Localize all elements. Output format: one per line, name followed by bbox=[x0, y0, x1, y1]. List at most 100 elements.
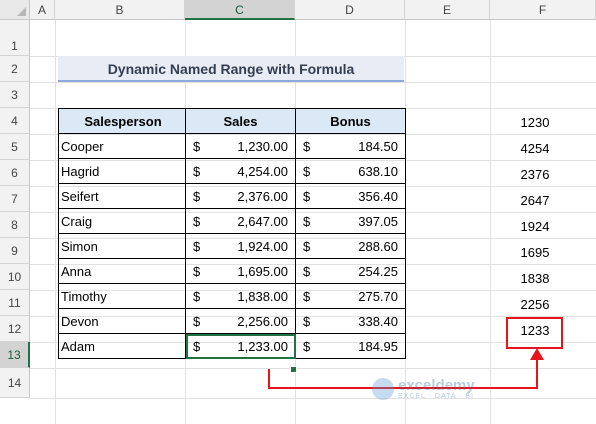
column-header-d[interactable]: D bbox=[295, 0, 405, 20]
cell-salesperson[interactable]: Seifert bbox=[58, 183, 186, 209]
cell-f5[interactable]: 4254 bbox=[490, 141, 580, 156]
cell-sales[interactable]: $2,647.00 bbox=[185, 208, 296, 234]
cell-salesperson[interactable]: Anna bbox=[58, 258, 186, 284]
currency-symbol: $ bbox=[193, 289, 201, 304]
highlight-box bbox=[506, 317, 563, 349]
table-row: Adam $1,233.00 $184.95 bbox=[58, 333, 406, 359]
column-header-b[interactable]: B bbox=[55, 0, 185, 20]
cell-f10[interactable]: 1838 bbox=[490, 271, 580, 286]
currency-symbol: $ bbox=[193, 189, 201, 204]
cell-f6[interactable]: 2376 bbox=[490, 167, 580, 182]
sales-table: Salesperson Sales Bonus Cooper $1,230.00… bbox=[58, 108, 406, 359]
cell-salesperson[interactable]: Craig bbox=[58, 208, 186, 234]
cell-value: 288.60 bbox=[358, 239, 398, 254]
cell-salesperson[interactable]: Simon bbox=[58, 233, 186, 259]
row-header-10[interactable]: 10 bbox=[0, 264, 30, 290]
sheet-title[interactable]: Dynamic Named Range with Formula bbox=[58, 56, 404, 82]
row-header-9[interactable]: 9 bbox=[0, 238, 30, 264]
cell-bonus[interactable]: $638.10 bbox=[295, 158, 406, 184]
cell-sales[interactable]: $4,254.00 bbox=[185, 158, 296, 184]
column-header-e[interactable]: E bbox=[405, 0, 490, 20]
cell-value: 1,924.00 bbox=[237, 239, 288, 254]
currency-symbol: $ bbox=[193, 339, 201, 354]
cell-sales[interactable]: $1,924.00 bbox=[185, 233, 296, 259]
gridline bbox=[55, 20, 56, 424]
row-header-5[interactable]: 5 bbox=[0, 134, 30, 160]
currency-symbol: $ bbox=[193, 239, 201, 254]
cell-bonus[interactable]: $397.05 bbox=[295, 208, 406, 234]
fill-handle[interactable] bbox=[290, 366, 297, 373]
header-salesperson[interactable]: Salesperson bbox=[58, 108, 186, 134]
cell-sales[interactable]: $1,838.00 bbox=[185, 283, 296, 309]
active-cell[interactable]: $1,233.00 bbox=[185, 333, 296, 359]
column-header-f[interactable]: F bbox=[490, 0, 596, 20]
cell-value: 2,376.00 bbox=[237, 189, 288, 204]
cell-f8[interactable]: 1924 bbox=[490, 219, 580, 234]
row-header-12[interactable]: 12 bbox=[0, 316, 30, 342]
cell-bonus[interactable]: $254.25 bbox=[295, 258, 406, 284]
row-header-4[interactable]: 4 bbox=[0, 108, 30, 134]
currency-symbol: $ bbox=[303, 189, 311, 204]
spreadsheet-grid: A B C D E F 1 2 3 4 5 6 7 8 9 10 11 12 1… bbox=[0, 0, 596, 424]
row-header-2[interactable]: 2 bbox=[0, 56, 30, 82]
currency-symbol: $ bbox=[303, 164, 311, 179]
cell-bonus[interactable]: $184.50 bbox=[295, 133, 406, 159]
cell-value: 638.10 bbox=[358, 164, 398, 179]
cell-sales[interactable]: $1,230.00 bbox=[185, 133, 296, 159]
select-all-button[interactable] bbox=[0, 0, 30, 20]
currency-symbol: $ bbox=[193, 139, 201, 154]
cell-salesperson[interactable]: Cooper bbox=[58, 133, 186, 159]
cell-value: 1,695.00 bbox=[237, 264, 288, 279]
cell-sales[interactable]: $2,376.00 bbox=[185, 183, 296, 209]
currency-symbol: $ bbox=[303, 339, 311, 354]
table-row: Seifert $2,376.00 $356.40 bbox=[58, 183, 406, 209]
column-header-c[interactable]: C bbox=[185, 0, 295, 20]
arrow-line bbox=[268, 369, 270, 389]
cell-value: 2,256.00 bbox=[237, 314, 288, 329]
table-row: Hagrid $4,254.00 $638.10 bbox=[58, 158, 406, 184]
column-header-a[interactable]: A bbox=[30, 0, 55, 20]
cell-f4[interactable]: 1230 bbox=[490, 115, 580, 130]
cell-bonus[interactable]: $275.70 bbox=[295, 283, 406, 309]
row-header-13[interactable]: 13 bbox=[0, 342, 30, 368]
currency-symbol: $ bbox=[303, 264, 311, 279]
cell-value: 2,647.00 bbox=[237, 214, 288, 229]
cell-f9[interactable]: 1695 bbox=[490, 245, 580, 260]
cell-f7[interactable]: 2647 bbox=[490, 193, 580, 208]
cell-bonus[interactable]: $338.40 bbox=[295, 308, 406, 334]
cell-value: 338.40 bbox=[358, 314, 398, 329]
currency-symbol: $ bbox=[303, 139, 311, 154]
row-header-3[interactable]: 3 bbox=[0, 82, 30, 108]
currency-symbol: $ bbox=[193, 164, 201, 179]
currency-symbol: $ bbox=[303, 289, 311, 304]
table-row: Timothy $1,838.00 $275.70 bbox=[58, 283, 406, 309]
cell-bonus[interactable]: $184.95 bbox=[295, 333, 406, 359]
header-sales[interactable]: Sales bbox=[185, 108, 296, 134]
currency-symbol: $ bbox=[193, 264, 201, 279]
gridline bbox=[30, 398, 596, 399]
cell-value: 1,838.00 bbox=[237, 289, 288, 304]
cell-bonus[interactable]: $288.60 bbox=[295, 233, 406, 259]
cell-salesperson[interactable]: Devon bbox=[58, 308, 186, 334]
cell-salesperson[interactable]: Hagrid bbox=[58, 158, 186, 184]
watermark-name: exceldemy bbox=[398, 376, 475, 394]
row-header-1[interactable]: 1 bbox=[0, 20, 30, 56]
cell-sales[interactable]: $1,695.00 bbox=[185, 258, 296, 284]
cell-f11[interactable]: 2256 bbox=[490, 297, 580, 312]
cell-salesperson[interactable]: Timothy bbox=[58, 283, 186, 309]
row-header-11[interactable]: 11 bbox=[0, 290, 30, 316]
row-header-8[interactable]: 8 bbox=[0, 212, 30, 238]
row-header-7[interactable]: 7 bbox=[0, 186, 30, 212]
watermark-tagline: EXCEL · DATA · BI bbox=[398, 392, 474, 400]
cell-bonus[interactable]: $356.40 bbox=[295, 183, 406, 209]
cell-value: 184.50 bbox=[358, 139, 398, 154]
cell-sales[interactable]: $2,256.00 bbox=[185, 308, 296, 334]
currency-symbol: $ bbox=[303, 214, 311, 229]
cell-salesperson[interactable]: Adam bbox=[58, 333, 186, 359]
row-header-14[interactable]: 14 bbox=[0, 368, 30, 398]
header-bonus[interactable]: Bonus bbox=[295, 108, 406, 134]
table-row: Craig $2,647.00 $397.05 bbox=[58, 208, 406, 234]
exceldemy-logo-icon bbox=[372, 378, 394, 400]
row-header-6[interactable]: 6 bbox=[0, 160, 30, 186]
cell-value: 356.40 bbox=[358, 189, 398, 204]
